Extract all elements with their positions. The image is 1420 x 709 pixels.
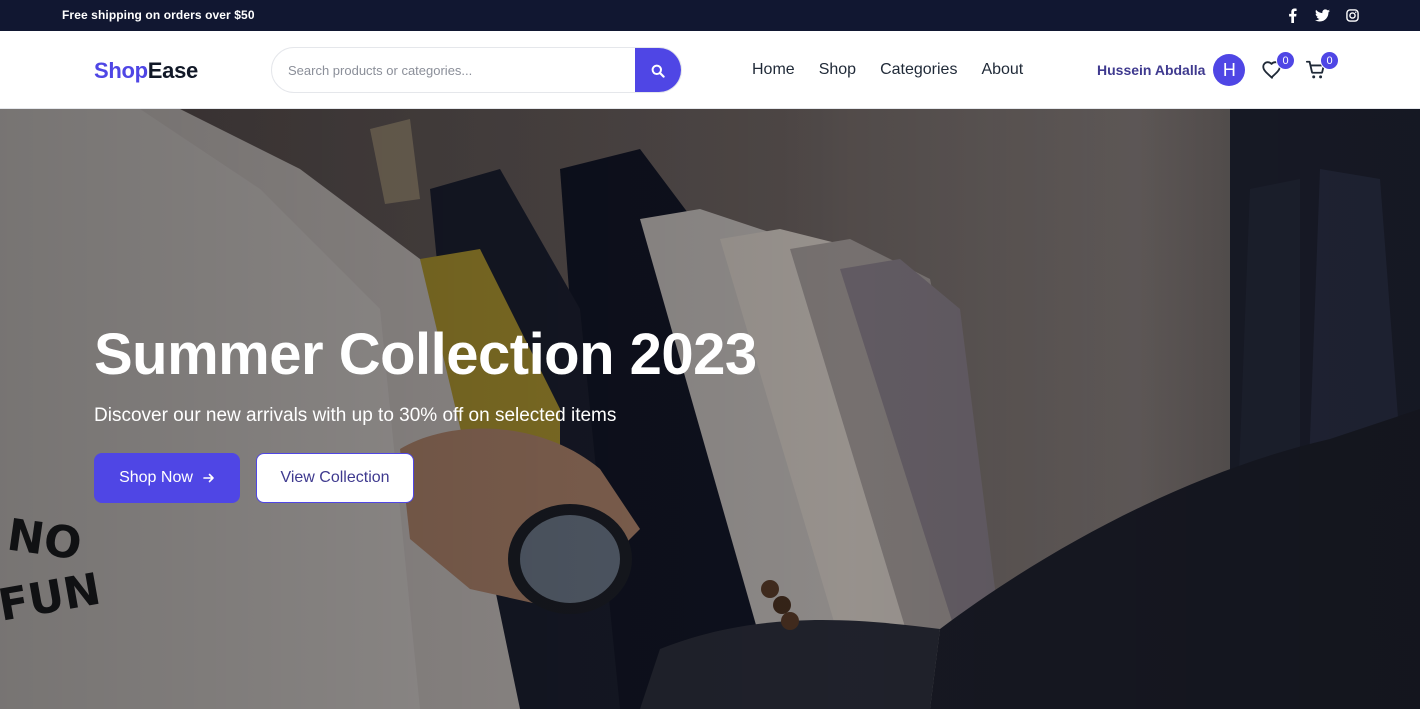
hero-subtitle: Discover our new arrivals with up to 30%… [94, 405, 617, 426]
wishlist-count-badge: 0 [1276, 51, 1295, 70]
user-menu[interactable]: Hussein Abdalla H [1097, 54, 1246, 86]
cart-count-badge: 0 [1320, 51, 1339, 70]
avatar: H [1213, 54, 1246, 86]
logo-part-ease: Ease [147, 58, 198, 83]
shop-now-button[interactable]: Shop Now [94, 453, 240, 503]
promo-bar: Free shipping on orders over $50 [0, 0, 1420, 31]
logo[interactable]: ShopEase [94, 58, 198, 84]
site-header: ShopEase Home Shop Categories About Huss… [0, 31, 1420, 109]
search-icon [651, 64, 665, 78]
shop-now-label: Shop Now [119, 469, 193, 486]
logo-part-shop: Shop [94, 58, 148, 83]
nav-home[interactable]: Home [752, 61, 795, 79]
nav-shop[interactable]: Shop [819, 61, 856, 79]
facebook-icon[interactable] [1284, 6, 1300, 24]
hero-banner: NO FUN Summer Collection 2023 Discover o… [0, 109, 1420, 709]
promo-text: Free shipping on orders over $50 [62, 8, 255, 22]
main-nav: Home Shop Categories About [752, 61, 1023, 79]
instagram-icon[interactable] [1344, 6, 1360, 24]
cart-button[interactable]: 0 [1305, 51, 1339, 83]
view-collection-button[interactable]: View Collection [256, 453, 414, 503]
wishlist-button[interactable]: 0 [1261, 51, 1295, 83]
hero-title: Summer Collection 2023 [94, 322, 757, 387]
social-links [1284, 6, 1360, 24]
user-name: Hussein Abdalla [1097, 62, 1206, 78]
search-input[interactable] [272, 48, 635, 92]
twitter-icon[interactable] [1314, 6, 1330, 24]
search-bar [271, 47, 682, 93]
view-collection-label: View Collection [280, 469, 390, 486]
arrow-right-icon [203, 473, 214, 483]
nav-about[interactable]: About [981, 61, 1023, 79]
search-button[interactable] [635, 48, 681, 92]
nav-categories[interactable]: Categories [880, 61, 957, 79]
